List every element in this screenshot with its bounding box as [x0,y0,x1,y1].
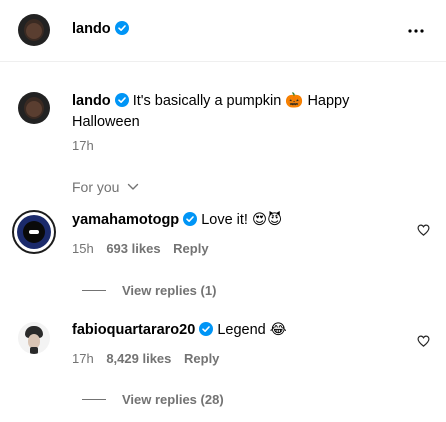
comment-time: 17h [72,351,94,366]
more-options-icon[interactable] [407,22,425,40]
view-replies-button[interactable]: View replies (28) [82,391,224,409]
header-username[interactable]: lando [72,21,111,37]
verified-badge-icon [114,93,129,107]
caption-text-line-2: Halloween [72,114,140,130]
comment-filter-label[interactable]: For you [72,179,119,195]
comment-avatar[interactable] [12,210,56,254]
caption-text: It's basically a pumpkin 🎃 Happy [132,93,350,109]
chevron-down-icon [127,183,139,190]
verified-badge-icon [183,212,198,226]
comment-username[interactable]: fabioquartararo20 [72,322,195,338]
caption-time: 17h [72,138,94,153]
view-replies-label[interactable]: View replies (1) [122,283,216,298]
view-replies-divider [82,290,106,292]
comment-time: 15h [72,241,94,256]
comment-body: fabioquartararo20 Legend 😂 [72,322,287,338]
view-replies-label[interactable]: View replies (28) [122,392,224,407]
caption-line-1: lando It's basically a pumpkin 🎃 Happy [72,90,349,112]
comment-body: yamahamotogp Love it! 😍😈 [72,212,282,228]
comment-avatar[interactable] [18,322,50,354]
caption-username[interactable]: lando [72,93,111,109]
comment-text: Legend 😂 [217,322,287,338]
header-user[interactable]: lando [72,20,129,38]
comment-meta: 17h 8,429 likes Reply [72,351,219,366]
caption-avatar[interactable] [18,92,50,124]
comment-username[interactable]: yamahamotogp [72,212,179,228]
verified-badge-icon [114,21,129,35]
comment-filter[interactable]: For you [72,179,139,197]
post-header: lando [0,0,446,62]
header-avatar[interactable] [18,14,50,46]
reply-button[interactable]: Reply [173,241,208,256]
view-replies-button[interactable]: View replies (1) [82,282,216,300]
view-replies-divider [82,399,106,401]
like-heart-icon[interactable] [417,334,430,352]
verified-badge-icon [199,322,214,336]
comment-meta: 15h 693 likes Reply [72,241,209,256]
comment-likes[interactable]: 693 likes [106,241,160,256]
like-heart-icon[interactable] [417,223,430,241]
comment-likes[interactable]: 8,429 likes [106,351,171,366]
reply-button[interactable]: Reply [184,351,219,366]
comment-text: Love it! 😍😈 [201,212,283,228]
